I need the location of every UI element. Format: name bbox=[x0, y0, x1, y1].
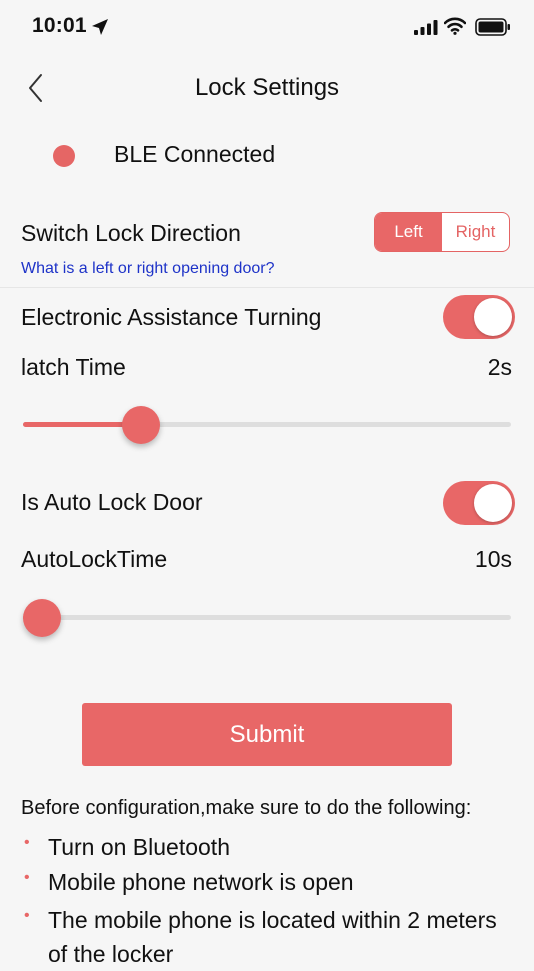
lock-direction-label: Switch Lock Direction bbox=[21, 220, 241, 246]
latch-time-slider-thumb[interactable] bbox=[122, 405, 160, 444]
direction-left-option[interactable]: Left bbox=[375, 213, 442, 251]
auto-lock-toggle[interactable] bbox=[443, 481, 515, 525]
connection-status-dot bbox=[53, 145, 75, 167]
bullet-dot: • bbox=[24, 907, 30, 924]
auto-lock-time-value: 10s bbox=[474, 546, 512, 572]
auto-lock-time-slider[interactable] bbox=[23, 615, 511, 620]
location-arrow-icon bbox=[92, 19, 108, 35]
lock-direction-segmented-control[interactable]: Left Right bbox=[374, 212, 510, 252]
connection-status-text: BLE Connected bbox=[114, 141, 276, 167]
submit-button[interactable]: Submit bbox=[82, 703, 452, 766]
configuration-note-heading: Before configuration,make sure to do the… bbox=[21, 797, 472, 819]
opening-door-help-link[interactable]: What is a left or right opening door? bbox=[21, 260, 274, 278]
note-item: Mobile phone network is open bbox=[48, 869, 354, 895]
status-time: 10:01 bbox=[32, 14, 87, 37]
direction-right-option[interactable]: Right bbox=[442, 213, 509, 251]
section-divider bbox=[0, 287, 534, 288]
cellular-signal-icon bbox=[414, 20, 438, 35]
page-title: Lock Settings bbox=[194, 74, 340, 101]
toggle-knob bbox=[474, 484, 512, 522]
bullet-dot: • bbox=[24, 834, 30, 851]
wifi-icon bbox=[444, 17, 466, 35]
latch-time-slider[interactable] bbox=[23, 422, 511, 427]
auto-lock-time-slider-thumb[interactable] bbox=[23, 598, 61, 637]
latch-time-label: latch Time bbox=[21, 354, 126, 380]
auto-lock-label: Is Auto Lock Door bbox=[21, 489, 203, 515]
toggle-knob bbox=[474, 298, 512, 336]
assistance-turning-label: Electronic Assistance Turning bbox=[21, 304, 322, 330]
bullet-dot: • bbox=[24, 869, 30, 886]
assistance-turning-toggle[interactable] bbox=[443, 295, 515, 339]
note-item: Turn on Bluetooth bbox=[48, 834, 230, 860]
latch-time-value: 2s bbox=[487, 354, 512, 380]
battery-icon bbox=[475, 18, 510, 36]
note-item: The mobile phone is located within 2 met… bbox=[48, 907, 497, 967]
auto-lock-time-label: AutoLockTime bbox=[21, 546, 168, 572]
